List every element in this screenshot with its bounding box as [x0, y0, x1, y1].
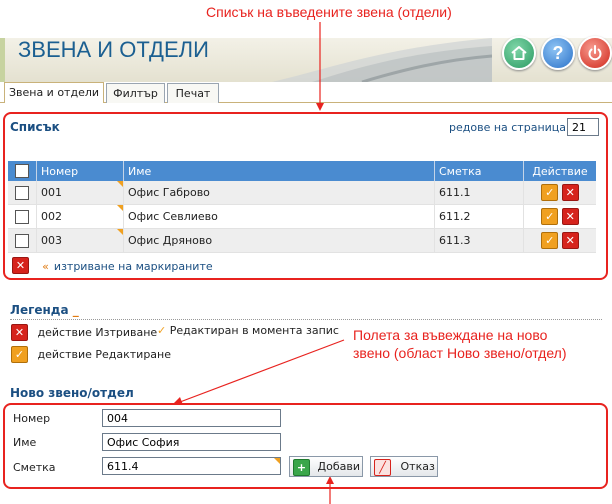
- units-table: Номер Име Сметка Действие 001 Офис Габро…: [8, 161, 596, 253]
- plus-icon: +: [293, 458, 310, 476]
- row-number: 003: [36, 228, 124, 253]
- delete-marked-link[interactable]: изтриване на маркираните: [54, 260, 213, 273]
- rows-per-page-label: редове на страница »: [449, 121, 576, 134]
- row-checkbox[interactable]: [15, 209, 29, 224]
- delete-icon[interactable]: ✕: [561, 184, 579, 201]
- legend-delete-label: действие Изтриване: [37, 325, 158, 339]
- add-button-label: Добави: [317, 460, 360, 473]
- delete-marked-icon[interactable]: ✕: [12, 257, 29, 274]
- row-number: 002: [36, 204, 124, 229]
- table-header-row: Номер Име Сметка Действие: [8, 161, 596, 181]
- number-input[interactable]: [102, 409, 281, 427]
- name-label: Име: [13, 436, 37, 449]
- legend-delete-icon: ✕: [11, 324, 28, 341]
- select-all-header: [8, 161, 37, 181]
- legend-editing-label: Редактиран в момента запис: [169, 324, 339, 337]
- row-name: Офис Габрово: [123, 181, 435, 205]
- row-account: 611.2: [434, 204, 524, 229]
- row-checkbox[interactable]: [15, 233, 29, 248]
- row-checkbox[interactable]: [15, 185, 29, 200]
- legend-editing-icon: ✓: [157, 324, 167, 337]
- row-name: Офис Севлиево: [123, 204, 435, 229]
- legend-delete: ✕ действие Изтриване: [11, 324, 157, 341]
- row-account: 611.3: [434, 228, 524, 253]
- cancel-icon: ╱: [374, 458, 391, 476]
- column-number: Номер: [36, 161, 124, 181]
- account-label: Сметка: [13, 461, 56, 474]
- rows-per-page-input[interactable]: [567, 118, 599, 136]
- edit-icon[interactable]: ✓: [541, 232, 559, 249]
- edit-icon[interactable]: ✓: [541, 208, 559, 225]
- account-input[interactable]: [102, 457, 281, 475]
- add-button[interactable]: + Добави: [289, 456, 363, 477]
- edit-icon[interactable]: ✓: [541, 184, 559, 201]
- column-action: Действие: [523, 161, 596, 181]
- legend-edit-label: действие Редактиране: [37, 347, 172, 361]
- legend-divider: [10, 319, 602, 320]
- column-account: Сметка: [434, 161, 524, 181]
- cancel-button-label: Отказ: [400, 460, 435, 473]
- column-name: Име: [123, 161, 435, 181]
- name-input[interactable]: [102, 433, 281, 451]
- account-edit-marker: [274, 458, 280, 464]
- row-number: 001: [36, 181, 124, 205]
- cancel-button[interactable]: ╱ Отказ: [370, 456, 438, 477]
- legend-edit: ✓ действие Редактиране: [11, 346, 171, 363]
- delete-marked-marker: «: [42, 260, 49, 273]
- select-all-checkbox[interactable]: [15, 164, 29, 178]
- row-account: 611.1: [434, 181, 524, 205]
- table-row: 001 Офис Габрово 611.1 ✓ ✕: [8, 181, 596, 205]
- legend-editing: ✓ Редактиран в момента запис: [157, 324, 339, 337]
- table-row: 002 Офис Севлиево 611.2 ✓ ✕: [8, 204, 596, 229]
- list-title: Списък: [10, 120, 60, 134]
- delete-icon[interactable]: ✕: [561, 232, 579, 249]
- row-name: Офис Дряново: [123, 228, 435, 253]
- legend-title: Легенда _: [10, 303, 79, 317]
- delete-icon[interactable]: ✕: [561, 208, 579, 225]
- delete-marked-row: ✕ « изтриване на маркираните: [12, 255, 213, 274]
- number-label: Номер: [13, 412, 51, 425]
- new-unit-title: Ново звено/отдел: [10, 386, 134, 400]
- legend-edit-icon: ✓: [11, 346, 28, 363]
- table-row: 003 Офис Дряново 611.3 ✓ ✕: [8, 228, 596, 253]
